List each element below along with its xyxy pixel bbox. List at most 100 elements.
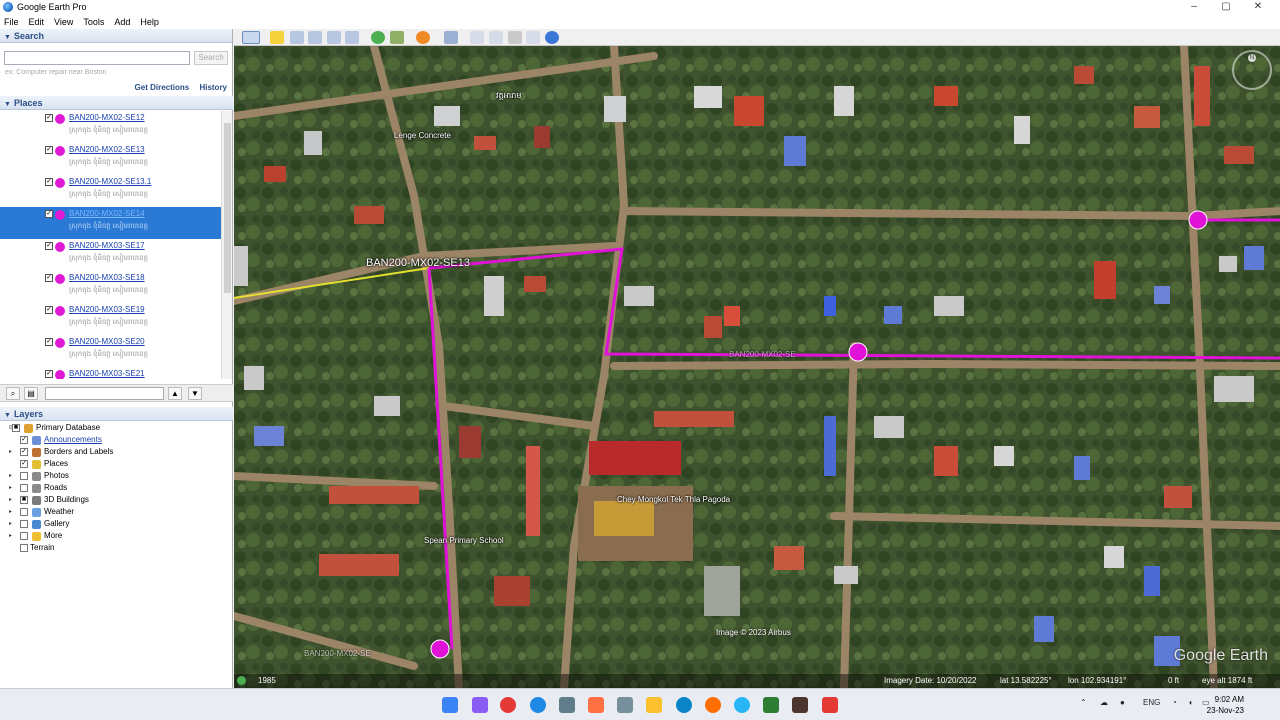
sidebar-toggle-icon[interactable] [242,31,260,44]
search-places-icon[interactable]: ⌕ [6,387,20,400]
menu-tools[interactable]: Tools [83,17,104,27]
add-overlay-icon[interactable] [327,31,341,44]
place-item[interactable]: ✓ BAN200-MX03-SE18 ស្រុកចុង ខុំមិនវ្យ សៀមរ… [0,271,221,303]
place-item[interactable]: ✓ BAN200-MX03-SE20 ស្រុកចុង ខុំមិនវ្យ សៀមរ… [0,335,221,367]
get-directions-link[interactable]: Get Directions [135,83,190,92]
save-image-icon[interactable] [508,31,522,44]
search-panel-header[interactable]: ▼ Search [0,29,232,43]
search-input[interactable] [4,51,190,65]
place-name[interactable]: BAN200-MX03-SE18 [69,273,145,282]
taskbar-clock[interactable]: 9:02 AM 23-Nov-23 [1207,694,1244,716]
layer-checkbox[interactable]: ■ [12,424,20,432]
place-name[interactable]: BAN200-MX03-SE19 [69,305,145,314]
excel-icon[interactable] [763,697,779,713]
close-button[interactable]: ✕ [1242,0,1274,14]
layer-item[interactable]: ▸ Weather [0,507,233,519]
place-checkbox[interactable]: ✓ [45,370,53,378]
google-earth-taskbar-icon[interactable] [617,697,633,713]
place-checkbox[interactable]: ✓ [45,338,53,346]
move-down-icon[interactable]: ▼ [188,387,202,400]
add-placemark-icon[interactable] [270,31,284,44]
map-view[interactable]: BAN200-MX02-SE13 Chey Mongkol Tek Thla P… [234,46,1280,688]
layer-item[interactable]: ▸ Photos [0,471,233,483]
place-name[interactable]: BAN200-MX03-SE17 [69,241,145,250]
widgets-icon[interactable] [472,697,488,713]
language-indicator[interactable]: ENG [1143,698,1160,707]
place-item[interactable]: ✓ BAN200-MX02-SE12 ស្រុកចុង ខុំមិនវ្យ សៀមរ… [0,111,221,143]
add-path-icon[interactable] [308,31,322,44]
place-item[interactable]: ✓ BAN200-MX02-SE13 ស្រុកចុង ខុំមិនវ្យ សៀមរ… [0,143,221,175]
calculator-icon[interactable] [559,697,575,713]
layer-checkbox[interactable]: ✓ [20,460,28,468]
layer-item[interactable]: ▸ Gallery [0,519,233,531]
layer-checkbox[interactable] [20,508,28,516]
layer-item[interactable]: ✓ Announcements [0,435,233,447]
onedrive-icon[interactable]: ☁ [1100,698,1108,707]
place-name[interactable]: BAN200-MX02-SE12 [69,113,145,122]
record-tour-icon[interactable] [345,31,359,44]
layer-checkbox[interactable] [20,520,28,528]
place-checkbox[interactable]: ✓ [45,114,53,122]
layer-checkbox[interactable]: ✓ [20,448,28,456]
start-menu-icon[interactable] [442,697,458,713]
search-button[interactable]: Search [194,51,228,65]
north-indicator-icon[interactable]: N [1248,54,1256,62]
menu-file[interactable]: File [4,17,19,27]
maximize-button[interactable]: ▢ [1210,0,1242,14]
firefox-icon[interactable] [705,697,721,713]
place-checkbox[interactable]: ✓ [45,146,53,154]
layer-checkbox[interactable]: ■ [20,496,28,504]
place-name[interactable]: BAN200-MX02-SE14 [69,209,145,218]
place-item[interactable]: ✓BAN200-MX03-SE21ស្រុកចុង ខុំមិនវ្យ សៀមរ… [0,367,221,379]
layer-item[interactable]: ▸ Roads [0,483,233,495]
place-checkbox[interactable]: ✓ [45,274,53,282]
historical-imagery-icon[interactable] [371,31,385,44]
sunlight-icon[interactable] [390,31,404,44]
place-checkbox[interactable]: ✓ [45,178,53,186]
microphone-icon[interactable]: ● [1120,698,1125,707]
layer-checkbox[interactable] [20,472,28,480]
places-filter-input[interactable] [45,387,164,400]
place-name[interactable]: BAN200-MX03-SE21 [69,369,145,378]
timeline-icon[interactable] [237,676,246,685]
history-link[interactable]: History [199,83,227,92]
compass-control[interactable]: N [1232,50,1272,90]
menu-help[interactable]: Help [140,17,159,27]
draw-app-icon[interactable] [588,697,604,713]
app-icon-2[interactable] [792,697,808,713]
volume-icon[interactable]: ◖ [1188,698,1193,707]
place-name[interactable]: BAN200-MX03-SE20 [69,337,145,346]
app-icon-3[interactable] [822,697,838,713]
expand-arrow-icon[interactable]: ▸ [9,472,12,479]
wifi-icon[interactable]: ◔ [1172,698,1177,707]
ruler-icon[interactable] [444,31,458,44]
place-checkbox[interactable]: ✓ [45,242,53,250]
menu-edit[interactable]: Edit [29,17,45,27]
minimize-button[interactable]: – [1178,0,1210,14]
layer-checkbox[interactable]: ✓ [20,436,28,444]
layers-panel-header[interactable]: ▼ Layers [0,407,233,421]
menu-add[interactable]: Add [114,17,130,27]
chrome-icon[interactable] [500,697,516,713]
layer-checkbox[interactable] [20,544,28,552]
expand-arrow-icon[interactable]: ▸ [9,496,12,503]
place-checkbox[interactable]: ✓ [45,306,53,314]
places-panel-header[interactable]: ▼ Places [0,96,233,110]
place-item[interactable]: ✓ BAN200-MX02-SE14 ស្រុកចុង ខុំមិនវ្យ សៀមរ… [0,207,221,239]
layer-item[interactable]: ✓ Places [0,459,233,471]
expand-arrow-icon[interactable]: ▸ [9,484,12,491]
place-checkbox[interactable]: ✓ [45,210,53,218]
move-up-icon[interactable]: ▲ [168,387,182,400]
layer-checkbox[interactable] [20,532,28,540]
menu-view[interactable]: View [54,17,73,27]
file-explorer-icon[interactable] [646,697,662,713]
view-in-maps-icon[interactable] [526,31,540,44]
layer-item[interactable]: Terrain [0,543,233,555]
layer-checkbox[interactable] [20,484,28,492]
layer-item[interactable]: ▸ ■ 3D Buildings [0,495,233,507]
edge-icon[interactable] [676,697,692,713]
place-item[interactable]: ✓ BAN200-MX02-SE13.1 ស្រុកចុង ខុំមិនវ្យ សៀ… [0,175,221,207]
place-item[interactable]: ✓ BAN200-MX03-SE19 ស្រុកចុង ខុំមិនវ្យ សៀមរ… [0,303,221,335]
earth-gallery-icon[interactable] [545,31,559,44]
app-icon[interactable] [530,697,546,713]
